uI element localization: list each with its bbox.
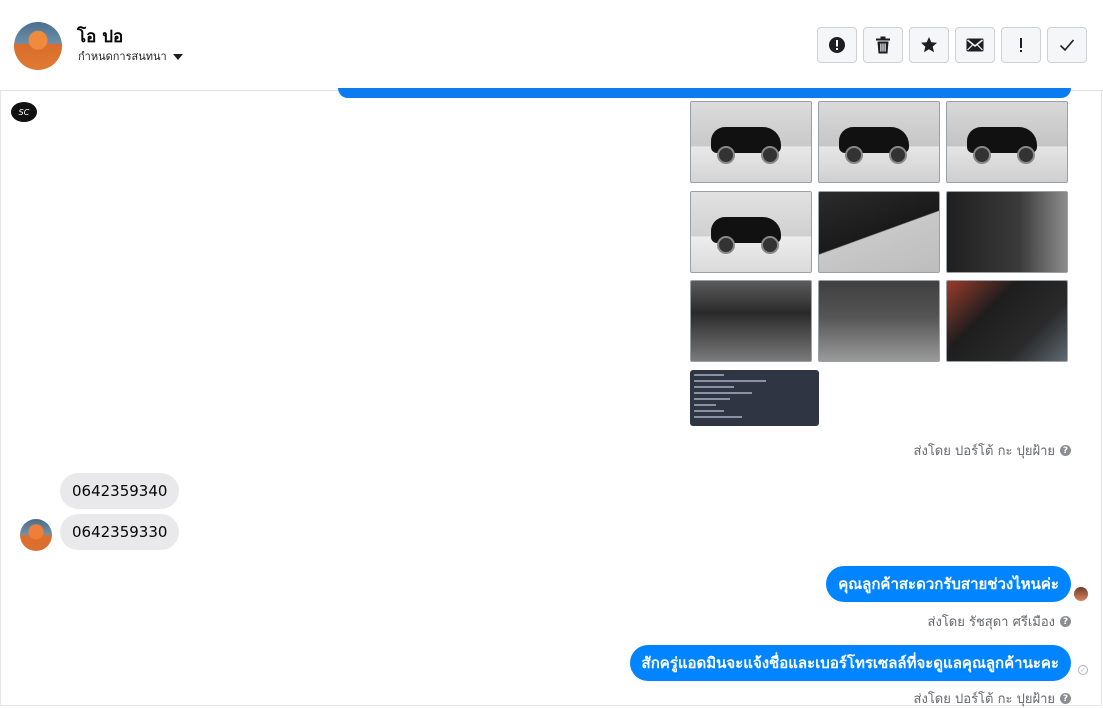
incoming-message[interactable]: 0642359330 bbox=[60, 514, 180, 550]
customer-avatar bbox=[20, 519, 52, 551]
sent-by-text: ส่งโดย รัชสุดา ศรีเมือง bbox=[927, 615, 1055, 630]
alert-circle-icon bbox=[829, 37, 845, 53]
trash-icon bbox=[876, 36, 890, 54]
sent-by-text: ส่งโดย ปอร์โต้ กะ ปุยฝ้าย bbox=[913, 444, 1055, 459]
star-button[interactable] bbox=[909, 27, 949, 63]
help-icon[interactable]: ? bbox=[1060, 445, 1071, 456]
car-photo[interactable] bbox=[818, 101, 940, 183]
help-icon[interactable]: ? bbox=[1060, 693, 1071, 704]
caret-down-icon bbox=[172, 54, 183, 60]
check-icon bbox=[1059, 39, 1075, 52]
sent-by-note: ส่งโดย ปอร์โต้ กะ ปุยฝ้าย ? bbox=[914, 688, 1071, 709]
incoming-message[interactable]: 0642359340 bbox=[60, 473, 180, 509]
header-actions bbox=[817, 27, 1087, 63]
sent-by-text: ส่งโดย ปอร์โต้ กะ ปุยฝ้าย bbox=[913, 692, 1055, 707]
sent-by-note: ส่งโดย ปอร์โต้ กะ ปุยฝ้าย ? bbox=[914, 440, 1071, 461]
delete-button[interactable] bbox=[863, 27, 903, 63]
car-photo[interactable] bbox=[690, 190, 812, 273]
car-photo[interactable] bbox=[946, 101, 1068, 183]
mark-done-button[interactable] bbox=[1047, 27, 1087, 63]
car-photo[interactable] bbox=[690, 101, 812, 183]
car-photo[interactable] bbox=[690, 280, 812, 362]
conversation-settings-dropdown[interactable]: กำหนดการสนทนา bbox=[78, 47, 183, 65]
sent-by-note: ส่งโดย รัชสุดา ศรีเมือง ? bbox=[928, 611, 1071, 632]
car-photo[interactable] bbox=[818, 280, 940, 362]
star-icon bbox=[921, 37, 937, 53]
sent-check-icon: ✓ bbox=[1078, 665, 1088, 675]
help-icon[interactable]: ? bbox=[1060, 616, 1071, 627]
seen-avatar bbox=[1074, 587, 1088, 601]
contact-name[interactable]: โอ ปอ bbox=[77, 23, 123, 50]
report-button[interactable] bbox=[817, 27, 857, 63]
car-photo[interactable] bbox=[946, 190, 1068, 273]
exclamation-icon bbox=[1020, 38, 1022, 52]
envelope-icon bbox=[966, 38, 984, 52]
mark-unread-button[interactable] bbox=[955, 27, 995, 63]
important-button[interactable] bbox=[1001, 27, 1041, 63]
page-avatar: SC bbox=[11, 102, 37, 122]
previous-message-bubble-edge bbox=[338, 88, 1071, 98]
outgoing-message[interactable]: คุณลูกค้าสะดวกรับสายช่วงไหนค่ะ bbox=[826, 566, 1071, 602]
car-photo[interactable] bbox=[946, 280, 1068, 362]
conversation-header: โอ ปอ กำหนดการสนทนา bbox=[0, 0, 1103, 91]
contact-avatar[interactable] bbox=[14, 22, 62, 70]
conversation-settings-label: กำหนดการสนทนา bbox=[78, 50, 167, 63]
document-image-attachment[interactable] bbox=[690, 370, 819, 426]
car-photo[interactable] bbox=[818, 190, 940, 273]
outgoing-message[interactable]: สักครู่แอดมินจะแจ้งชื่อและเบอร์โทรเซลล์ท… bbox=[629, 645, 1071, 681]
